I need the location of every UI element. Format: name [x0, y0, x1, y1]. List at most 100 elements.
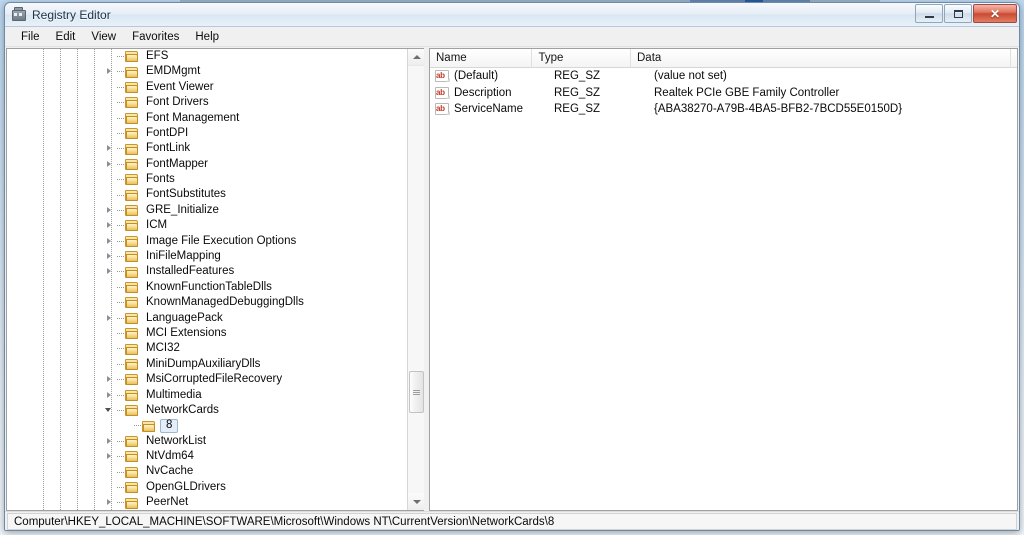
chevron-down-icon	[413, 500, 421, 504]
values-column-header: Name Type Data	[430, 49, 1017, 68]
expand-triangle-icon[interactable]	[104, 234, 117, 249]
tree-item[interactable]: NetworkList	[7, 434, 408, 449]
folder-icon	[124, 281, 140, 294]
tree-item-label: LanguagePack	[144, 312, 225, 326]
grip-icon	[413, 390, 420, 395]
column-header-data[interactable]: Data	[631, 49, 1011, 68]
tree-item[interactable]: FontSubstitutes	[7, 188, 408, 203]
tree-item-label: EFS	[144, 50, 170, 64]
tree-item[interactable]: FontLink	[7, 141, 408, 156]
tree-item[interactable]: KnownFunctionTableDlls	[7, 280, 408, 295]
window-controls: ✕	[915, 4, 1017, 23]
tree-connector-line	[117, 280, 124, 295]
folder-icon	[124, 189, 140, 202]
tree-item[interactable]: FontDPI	[7, 126, 408, 141]
column-header-name[interactable]: Name	[430, 49, 532, 68]
scrollbar-thumb[interactable]	[409, 371, 424, 413]
tree-item[interactable]: Font Drivers	[7, 95, 408, 110]
tree-item[interactable]: Font Management	[7, 111, 408, 126]
expand-triangle-icon[interactable]	[104, 449, 117, 464]
folder-icon	[124, 158, 140, 171]
tree-item[interactable]: InstalledFeatures	[7, 264, 408, 279]
expand-triangle-icon[interactable]	[104, 203, 117, 218]
tree-item[interactable]: KnownManagedDebuggingDlls	[7, 295, 408, 310]
tree-item-label: FontDPI	[144, 127, 190, 141]
window-title: Registry Editor	[32, 8, 111, 22]
expand-triangle-icon[interactable]	[104, 249, 117, 264]
scroll-down-button[interactable]	[408, 493, 424, 510]
registry-tree[interactable]: EFSEMDMgmtEvent ViewerFont DriversFont M…	[7, 49, 408, 510]
menu-edit[interactable]: Edit	[48, 29, 84, 45]
tree-item-label: OpenGLDrivers	[144, 481, 228, 495]
tree-indent	[7, 95, 104, 110]
collapse-triangle-icon[interactable]	[104, 403, 117, 418]
value-row[interactable]: abServiceNameREG_SZ{ABA38270-A79B-4BA5-B…	[430, 101, 1017, 118]
tree-item[interactable]: NetworkCards	[7, 403, 408, 418]
tree-item[interactable]: NvCache	[7, 465, 408, 480]
tree-expander-placeholder	[104, 357, 117, 372]
tree-item[interactable]: FontMapper	[7, 157, 408, 172]
tree-item[interactable]: Multimedia	[7, 388, 408, 403]
tree-item[interactable]: PeerNet	[7, 495, 408, 510]
expand-triangle-icon[interactable]	[104, 264, 117, 279]
column-header-type[interactable]: Type	[532, 49, 631, 68]
tree-item-label: InstalledFeatures	[144, 265, 236, 279]
expand-triangle-icon[interactable]	[104, 64, 117, 79]
tree-item[interactable]: Fonts	[7, 172, 408, 187]
tree-connector-line	[117, 372, 124, 387]
tree-indent	[7, 234, 104, 249]
value-type: REG_SZ	[554, 87, 654, 99]
tree-item[interactable]: OpenGLDrivers	[7, 480, 408, 495]
tree-item[interactable]: LanguagePack	[7, 311, 408, 326]
expand-triangle-icon[interactable]	[104, 218, 117, 233]
scroll-up-button[interactable]	[408, 49, 424, 66]
tree-item[interactable]: 8	[7, 418, 408, 433]
menu-favorites[interactable]: Favorites	[124, 29, 187, 45]
expand-triangle-icon[interactable]	[104, 388, 117, 403]
tree-connector-line	[117, 341, 124, 356]
tree-indent	[7, 126, 104, 141]
expand-triangle-icon[interactable]	[104, 434, 117, 449]
menu-view[interactable]: View	[83, 29, 124, 45]
expand-triangle-icon[interactable]	[104, 141, 117, 156]
tree-item-label: ICM	[144, 219, 169, 233]
tree-item[interactable]: GRE_Initialize	[7, 203, 408, 218]
value-row[interactable]: ab(Default)REG_SZ(value not set)	[430, 68, 1017, 85]
tree-item[interactable]: MCI32	[7, 341, 408, 356]
tree-indent	[7, 311, 104, 326]
expand-triangle-icon[interactable]	[104, 372, 117, 387]
string-value-icon: ab	[435, 70, 450, 82]
tree-item[interactable]: IniFileMapping	[7, 249, 408, 264]
tree-item[interactable]: MsiCorruptedFileRecovery	[7, 372, 408, 387]
tree-item-label: Image File Execution Options	[144, 235, 298, 249]
tree-item[interactable]: Event Viewer	[7, 80, 408, 95]
folder-icon	[124, 389, 140, 402]
maximize-button[interactable]	[944, 4, 972, 23]
expand-triangle-icon[interactable]	[104, 495, 117, 510]
tree-item[interactable]: MiniDumpAuxiliaryDlls	[7, 357, 408, 372]
expand-triangle-icon[interactable]	[104, 157, 117, 172]
minimize-button[interactable]	[915, 4, 943, 23]
title-bar[interactable]: Registry Editor ✕	[5, 3, 1019, 27]
tree-vertical-scrollbar[interactable]	[407, 49, 424, 510]
tree-connector-line	[117, 157, 124, 172]
minimize-icon	[925, 16, 934, 18]
expand-triangle-icon[interactable]	[104, 311, 117, 326]
values-list[interactable]: ab(Default)REG_SZ(value not set)abDescri…	[430, 68, 1017, 118]
folder-icon	[124, 81, 140, 94]
tree-item[interactable]: MCI Extensions	[7, 326, 408, 341]
tree-indent	[7, 249, 104, 264]
tree-item[interactable]: EFS	[7, 49, 408, 64]
folder-icon	[124, 143, 140, 156]
tree-item[interactable]: NtVdm64	[7, 449, 408, 464]
folder-icon	[124, 466, 140, 479]
value-row[interactable]: abDescriptionREG_SZRealtek PCIe GBE Fami…	[430, 85, 1017, 102]
tree-item[interactable]: EMDMgmt	[7, 64, 408, 79]
tree-item[interactable]: ICM	[7, 218, 408, 233]
menu-file[interactable]: File	[13, 29, 48, 45]
close-button[interactable]: ✕	[973, 4, 1017, 23]
tree-item-label: MCI32	[144, 342, 182, 356]
tree-indent	[7, 418, 121, 433]
menu-help[interactable]: Help	[187, 29, 227, 45]
tree-item[interactable]: Image File Execution Options	[7, 234, 408, 249]
